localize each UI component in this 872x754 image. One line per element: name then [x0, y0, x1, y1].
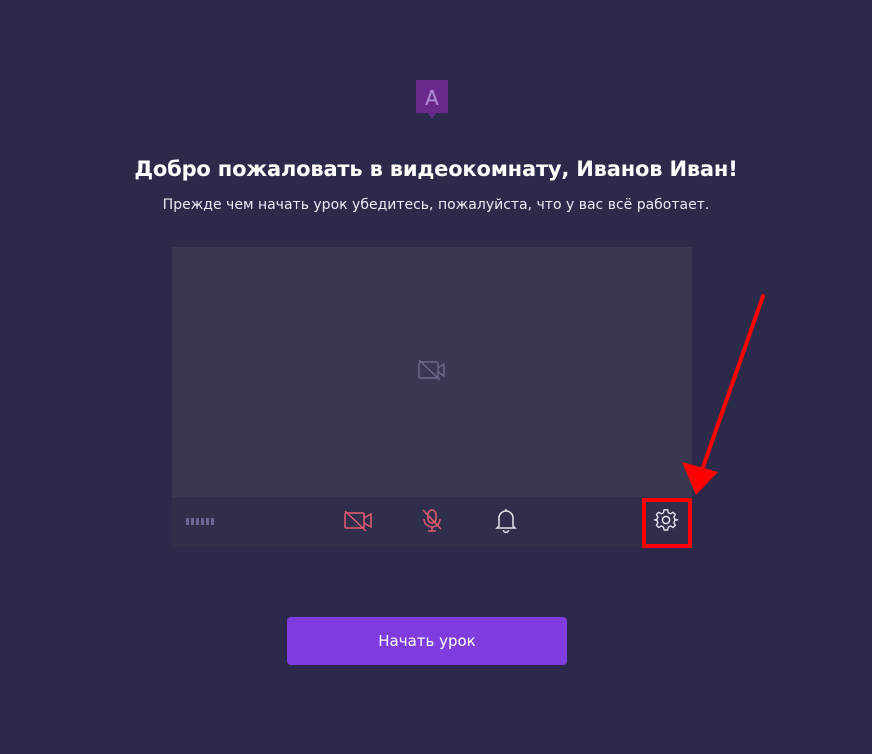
page-title: Добро пожаловать в видеокомнату, Иванов … — [134, 157, 738, 181]
camera-toggle-button[interactable] — [342, 507, 374, 537]
start-lesson-button[interactable]: Начать урок — [287, 617, 567, 665]
brand-logo: A — [416, 80, 448, 120]
logo-letter: A — [425, 86, 439, 110]
video-preview — [172, 247, 692, 497]
camera-off-icon — [343, 508, 373, 536]
microphone-toggle-button[interactable] — [416, 507, 448, 537]
page-subtitle: Прежде чем начать урок убедитесь, пожалу… — [162, 197, 710, 213]
video-room-welcome-page: A Добро пожаловать в видеокомнату, Ивано… — [0, 0, 872, 754]
notification-sound-button[interactable] — [490, 507, 522, 537]
video-panel — [172, 247, 692, 547]
settings-highlight-annotation — [642, 498, 692, 548]
video-toolbar — [172, 497, 692, 547]
camera-off-icon — [417, 358, 447, 386]
bell-icon — [494, 507, 518, 537]
mic-off-icon — [419, 507, 445, 537]
mic-level-indicator — [186, 518, 214, 525]
